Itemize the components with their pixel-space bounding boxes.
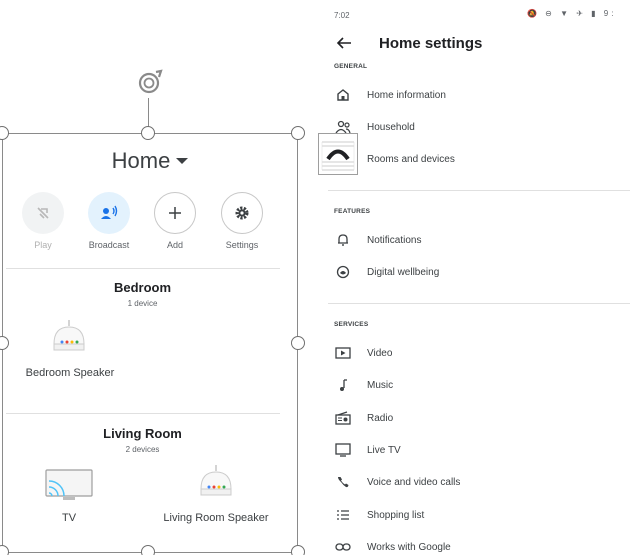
resize-handle-bottom-right[interactable] (291, 545, 305, 555)
settings-item-live-tv[interactable]: Live TV (332, 439, 622, 461)
room-device-count: 1 device (127, 299, 158, 308)
settings-item-rooms-and-devices[interactable]: Rooms and devices (332, 148, 622, 170)
resize-handle-top[interactable] (141, 126, 155, 140)
link-icon (332, 538, 354, 555)
resize-handle-right[interactable] (291, 336, 305, 350)
speaker-icon[interactable] (51, 318, 87, 358)
divider (6, 413, 280, 414)
section-divider (328, 190, 630, 191)
device-label-bedroom-speaker[interactable]: Bedroom Speaker (10, 367, 130, 379)
settings-item-works-with-google[interactable]: Works with Google (332, 536, 622, 555)
home-icon (332, 86, 354, 104)
tv-cast-icon[interactable] (45, 469, 93, 503)
settings-button[interactable]: Settings (212, 192, 272, 250)
selected-image-home-app[interactable]: Home Play Broadcast Add Settings Bedroom… (0, 0, 310, 555)
settings-item-notifications[interactable]: Notifications (332, 229, 622, 251)
status-bar-icons: 🔕 ⊖ ▼ ✈ ▮ 9: (527, 9, 617, 18)
section-header-features: FEATURES (334, 208, 371, 215)
home-settings-screen: 7:02 🔕 ⊖ ▼ ✈ ▮ 9: Home settings GENERAL … (318, 0, 637, 555)
settings-item-label: Voice and video calls (367, 476, 461, 488)
rotate-icon[interactable] (134, 66, 164, 100)
phone-icon (332, 473, 354, 491)
settings-item-label: Home information (367, 89, 446, 101)
page-title: Home settings (379, 35, 483, 52)
settings-label: Settings (225, 240, 259, 250)
settings-item-household[interactable]: Household (332, 116, 622, 138)
settings-item-shopping-list[interactable]: Shopping list (332, 504, 622, 526)
settings-item-digital-wellbeing[interactable]: Digital wellbeing (332, 261, 622, 283)
settings-item-label: Radio (367, 412, 394, 424)
wellbeing-icon (332, 263, 354, 281)
rotate-handle-line (148, 98, 149, 128)
settings-item-label: Live TV (367, 444, 401, 456)
home-title-text: Home (111, 148, 171, 173)
list-icon (332, 506, 354, 524)
room-device-count: 2 devices (125, 445, 160, 454)
settings-item-music[interactable]: Music (332, 374, 622, 396)
settings-item-label: Notifications (367, 234, 422, 246)
broadcast-button[interactable]: Broadcast (79, 192, 139, 250)
play-label: Play (34, 240, 52, 250)
play-button[interactable]: Play (13, 192, 73, 250)
room-name-living-room[interactable]: Living Room (0, 426, 285, 441)
settings-item-label: Music (367, 379, 394, 391)
radio-icon (332, 409, 354, 427)
status-time: 7:02 (334, 11, 350, 20)
room-name-bedroom[interactable]: Bedroom (0, 280, 285, 295)
settings-item-label: Household (367, 121, 415, 133)
section-divider (328, 303, 630, 304)
video-icon (332, 344, 354, 362)
broadcast-label: Broadcast (88, 240, 130, 250)
device-label-living-room-speaker[interactable]: Living Room Speaker (150, 512, 282, 524)
divider (6, 268, 280, 269)
settings-item-radio[interactable]: Radio (332, 407, 622, 429)
resize-handle-bottom[interactable] (141, 545, 155, 555)
caret-down-icon (176, 157, 189, 164)
tv-icon (332, 441, 354, 459)
play-disabled-icon (22, 192, 64, 234)
add-button[interactable]: Add (145, 192, 205, 250)
device-label-tv[interactable]: TV (40, 512, 98, 524)
home-title[interactable]: Home (0, 148, 300, 174)
settings-item-label: Video (367, 347, 393, 359)
settings-item-video[interactable]: Video (332, 342, 622, 364)
back-arrow-icon[interactable] (336, 35, 352, 51)
settings-item-voice-and-video-calls[interactable]: Voice and video calls (332, 471, 622, 493)
settings-item-label: Works with Google (367, 541, 451, 553)
speaker-icon[interactable] (198, 463, 234, 503)
broadcast-icon (88, 192, 130, 234)
music-icon (332, 376, 354, 394)
settings-item-label: Shopping list (367, 509, 425, 521)
add-label: Add (166, 240, 183, 250)
settings-item-label: Rooms and devices (367, 153, 455, 165)
resize-handle-top-right[interactable] (291, 126, 305, 140)
section-header-general: GENERAL (334, 63, 368, 70)
gear-icon (221, 192, 263, 234)
section-header-services: SERVICES (334, 321, 369, 328)
settings-item-label: Digital wellbeing (367, 266, 440, 278)
bell-icon (332, 231, 354, 249)
add-icon (154, 192, 196, 234)
rooms-devices-icon-slot (332, 150, 354, 168)
settings-item-home-information[interactable]: Home information (332, 84, 622, 106)
